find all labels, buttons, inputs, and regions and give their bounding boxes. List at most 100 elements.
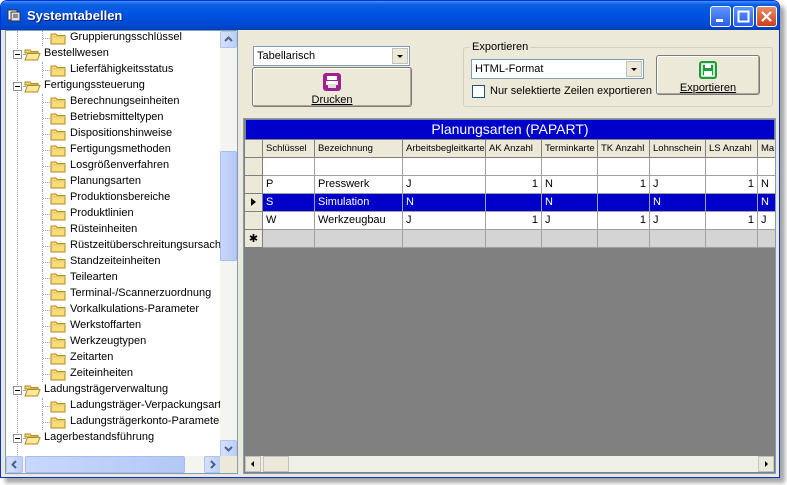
tree-item[interactable]: Zeitarten (6, 350, 221, 366)
tree-item[interactable]: Gruppierungsschlüssel (6, 31, 221, 46)
grid-cell[interactable]: 1 (598, 176, 650, 194)
export-button[interactable]: Exportieren (656, 55, 760, 95)
new-row-cell[interactable] (598, 230, 650, 248)
current-row-indicator-icon[interactable] (245, 194, 263, 212)
grid-cell[interactable]: N (542, 194, 598, 212)
dropdown-arrow-icon[interactable] (392, 48, 408, 64)
grid-cell[interactable]: W (263, 212, 315, 230)
tree-item[interactable]: Berechnungseinheiten (6, 94, 221, 110)
title-bar[interactable]: Systemtabellen (1, 1, 779, 30)
tree-hscroll-thumb[interactable] (25, 456, 185, 473)
row-selector[interactable] (245, 158, 263, 176)
grid-cell[interactable] (598, 158, 650, 176)
grid-cell[interactable]: 1 (486, 212, 542, 230)
print-button[interactable]: Drucken (252, 67, 412, 107)
collapse-toggle-icon[interactable] (13, 386, 22, 395)
tree-item[interactable]: Standzeiteinheiten (6, 254, 221, 270)
tree-horizontal-scrollbar[interactable] (6, 456, 221, 473)
collapse-toggle-icon[interactable] (13, 50, 22, 59)
column-header[interactable]: LS Anzahl (706, 140, 758, 158)
tree-item[interactable]: Produktionsbereiche (6, 190, 221, 206)
new-row-cell[interactable] (650, 230, 706, 248)
tree-vertical-scrollbar[interactable] (220, 31, 237, 457)
data-grid[interactable]: Planungsarten (PAPART) Schlüssel Bezeichn… (243, 118, 776, 474)
grid-cell[interactable]: N (650, 194, 706, 212)
grid-cell[interactable]: 1 (598, 212, 650, 230)
grid-cell[interactable] (650, 158, 706, 176)
scroll-up-button[interactable] (220, 31, 237, 48)
tree-item[interactable]: Betriebsmitteltypen (6, 110, 221, 126)
collapse-toggle-icon[interactable] (13, 434, 22, 443)
tree-item[interactable]: Bestellwesen (6, 46, 221, 62)
grid-cell[interactable]: N (403, 194, 486, 212)
grid-cell[interactable]: 1 (486, 176, 542, 194)
grid-cell[interactable]: J (403, 176, 486, 194)
export-format-select[interactable]: HTML-Format (471, 59, 644, 79)
grid-scroll-left-button[interactable] (245, 456, 261, 472)
tree-item[interactable]: Rüsteinheiten (6, 222, 221, 238)
tree-item[interactable]: Lieferfähigkeitsstatus (6, 62, 221, 78)
new-row-cell[interactable] (263, 230, 315, 248)
tree-item[interactable]: Werkstoffarten (6, 318, 221, 334)
collapse-toggle-icon[interactable] (13, 82, 22, 91)
tree-item[interactable]: Rüstzeitüberschreitungsursache (6, 238, 221, 254)
new-row-cell[interactable] (486, 230, 542, 248)
grid-cell[interactable] (706, 194, 758, 212)
grid-scroll-thumb[interactable] (263, 456, 289, 472)
grid-cell[interactable] (403, 158, 486, 176)
new-row-cell[interactable] (542, 230, 598, 248)
only-selected-checkbox[interactable] (472, 85, 485, 98)
column-header[interactable]: Ma (758, 140, 775, 158)
tree-item[interactable]: Werkzeugtypen (6, 334, 221, 350)
tree-item[interactable]: Vorkalkulations-Parameter (6, 302, 221, 318)
grid-cell[interactable]: Presswerk (315, 176, 403, 194)
new-row-indicator-icon[interactable]: ✱ (245, 230, 263, 248)
grid-cell[interactable]: 1 (706, 176, 758, 194)
tree-item[interactable]: Ladungsträger-Verpackungsarte (6, 398, 221, 414)
grid-cell[interactable]: N (542, 176, 598, 194)
tree-item[interactable]: Ladungsträgerverwaltung (6, 382, 221, 398)
tree-scroll-thumb[interactable] (220, 151, 237, 261)
view-mode-select[interactable]: Tabellarisch (253, 46, 410, 66)
new-row-cell[interactable] (758, 230, 775, 248)
row-selector[interactable] (245, 212, 263, 230)
new-row-cell[interactable] (403, 230, 486, 248)
minimize-button[interactable] (710, 6, 731, 27)
grid-cell[interactable]: Werkzeugbau (315, 212, 403, 230)
grid-horizontal-scrollbar[interactable] (245, 456, 774, 472)
tree-item[interactable]: Teilearten (6, 270, 221, 286)
scroll-right-button[interactable] (204, 456, 221, 473)
column-header[interactable]: Terminkarte (542, 140, 598, 158)
grid-cell[interactable]: Simulation (315, 194, 403, 212)
tree-item[interactable]: Losgrößenverfahren (6, 158, 221, 174)
column-header[interactable]: Schlüssel (263, 140, 315, 158)
grid-cell[interactable] (598, 194, 650, 212)
dropdown-arrow-icon[interactable] (626, 61, 642, 77)
grid-cell[interactable] (542, 158, 598, 176)
grid-scroll-right-button[interactable] (758, 456, 774, 472)
row-selector[interactable] (245, 176, 263, 194)
maximize-button[interactable] (733, 6, 754, 27)
tree-item[interactable]: Lagerbestandsführung (6, 430, 221, 446)
new-row-cell[interactable] (706, 230, 758, 248)
grid-cell[interactable]: J (403, 212, 486, 230)
grid-cell[interactable]: 1 (706, 212, 758, 230)
grid-cell[interactable]: J (758, 212, 775, 230)
column-header[interactable]: Arbeitsbegleitkarte (403, 140, 486, 158)
table-tree[interactable]: Gruppierungsschlüssel Bestellwesen Lieferf… (5, 30, 238, 474)
grid-cell[interactable]: S (263, 194, 315, 212)
column-header[interactable]: Lohnschein (650, 140, 706, 158)
tree-item[interactable]: Planungsarten (6, 174, 221, 190)
grid-cell[interactable] (486, 158, 542, 176)
grid-cell[interactable]: P (263, 176, 315, 194)
scroll-left-button[interactable] (6, 456, 23, 473)
column-header[interactable]: AK Anzahl (486, 140, 542, 158)
tree-item[interactable]: Zeiteinheiten (6, 366, 221, 382)
tree-item[interactable]: Ladungsträgerkonto-Parameter (6, 414, 221, 430)
tree-item[interactable]: Fertigungssteuerung (6, 78, 221, 94)
close-button[interactable] (756, 6, 777, 27)
scroll-down-button[interactable] (220, 440, 237, 457)
tree-item[interactable]: Produktlinien (6, 206, 221, 222)
grid-cell[interactable]: J (650, 176, 706, 194)
grid-cell[interactable]: N (758, 176, 775, 194)
